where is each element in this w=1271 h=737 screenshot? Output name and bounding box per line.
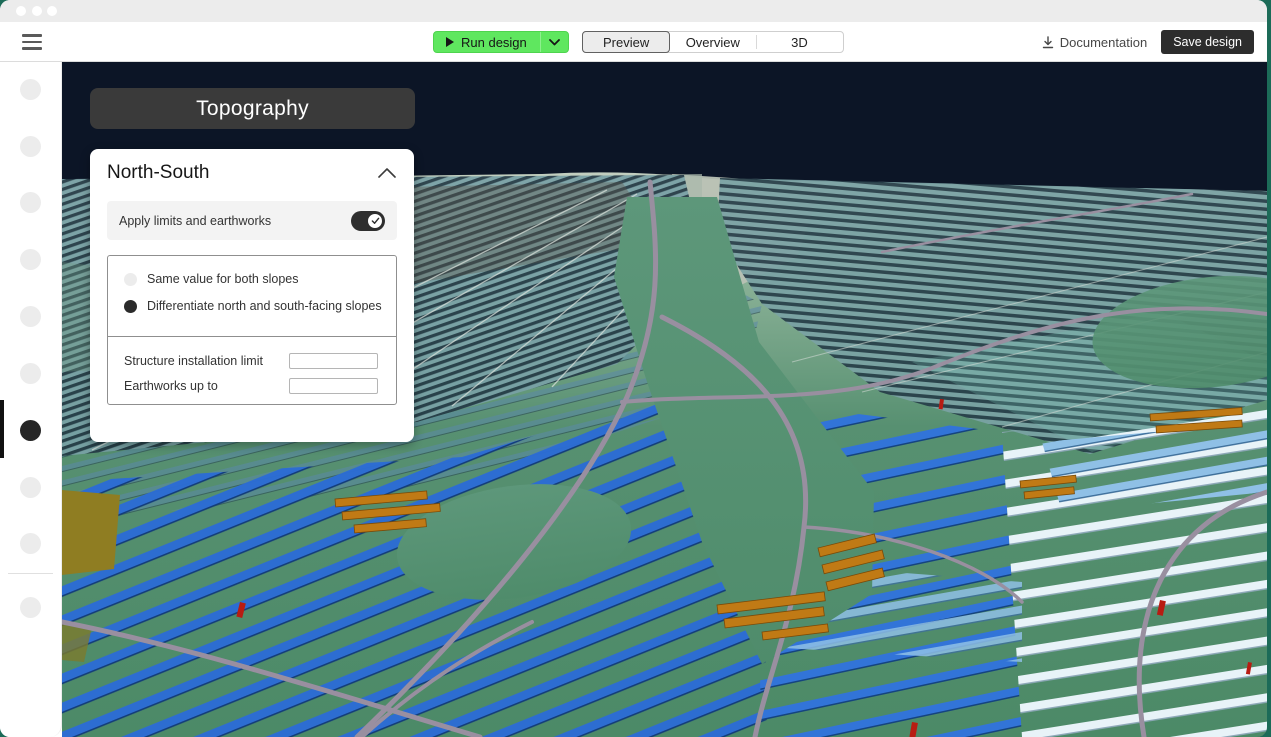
sidebar-tool-8[interactable] [20,477,41,498]
tab-overview-label: Overview [686,35,740,50]
tab-preview[interactable]: Preview [582,31,671,53]
traffic-light-close-icon[interactable] [16,6,26,16]
save-design-button[interactable]: Save design [1161,30,1254,54]
documentation-label: Documentation [1060,35,1147,50]
chevron-up-icon [377,166,397,179]
view-mode-tabs: Preview Overview 3D [582,31,844,53]
slope-settings-group: Same value for both slopes Differentiate… [107,255,397,405]
sidebar-tool-6[interactable] [20,363,41,384]
radio-differentiate[interactable]: Differentiate north and south-facing slo… [124,297,386,315]
documentation-link[interactable]: Documentation [1042,35,1147,50]
run-design-button[interactable]: Run design [433,31,569,53]
apply-limits-row: Apply limits and earthworks [107,201,397,240]
section-title: North-South [107,162,209,184]
radio-same-value-label: Same value for both slopes [147,272,298,286]
structure-limit-row: Structure installation limit [124,352,378,369]
earthworks-row: Earthworks up to [124,377,378,394]
download-icon [1042,36,1054,49]
structure-limit-input[interactable] [289,353,378,369]
toolbar: Run design Preview Overview 3D [0,22,1267,62]
radio-selected-icon[interactable] [124,300,137,313]
active-tool-indicator [0,400,4,458]
sidebar-tool-3[interactable] [20,192,41,213]
traffic-light-minimize-icon[interactable] [32,6,42,16]
run-design-label: Run design [461,35,527,50]
hamburger-menu-icon[interactable] [22,34,42,50]
play-icon [446,37,454,47]
radio-same-value[interactable]: Same value for both slopes [124,270,386,288]
check-icon [371,217,380,225]
app-window: Run design Preview Overview 3D [0,0,1267,737]
run-options-chevron[interactable] [541,32,568,52]
traffic-light-maximize-icon[interactable] [47,6,57,16]
sidebar-tool-9[interactable] [20,533,41,554]
topography-title: Topography [196,97,309,121]
structure-limit-label: Structure installation limit [124,354,263,368]
group-divider [107,336,397,337]
toggle-knob [367,213,383,229]
sidebar-tool-topography[interactable] [20,420,41,441]
apply-limits-toggle[interactable] [351,211,385,231]
earthworks-input[interactable] [289,378,378,394]
sidebar-tool-1[interactable] [20,79,41,100]
earthworks-label: Earthworks up to [124,379,218,393]
sidebar-tool-10[interactable] [20,597,41,618]
tool-sidebar [0,62,62,737]
apply-limits-label: Apply limits and earthworks [119,214,271,228]
save-design-label: Save design [1173,35,1242,49]
collapse-section-button[interactable] [377,166,397,180]
radio-unselected-icon[interactable] [124,273,137,286]
tab-overview[interactable]: Overview [669,32,756,52]
sidebar-tool-2[interactable] [20,136,41,157]
tab-3d[interactable]: 3D [756,32,843,52]
topography-panel-header: Topography [90,88,415,129]
sidebar-tool-5[interactable] [20,306,41,327]
sidebar-tool-4[interactable] [20,249,41,270]
radio-differentiate-label: Differentiate north and south-facing slo… [147,299,382,313]
tab-preview-label: Preview [603,35,649,50]
tab-3d-label: 3D [791,35,808,50]
chevron-down-icon [549,39,560,46]
titlebar [0,0,1267,22]
sidebar-divider [8,573,53,574]
north-south-card: North-South Apply limits and earthworks … [90,149,414,442]
